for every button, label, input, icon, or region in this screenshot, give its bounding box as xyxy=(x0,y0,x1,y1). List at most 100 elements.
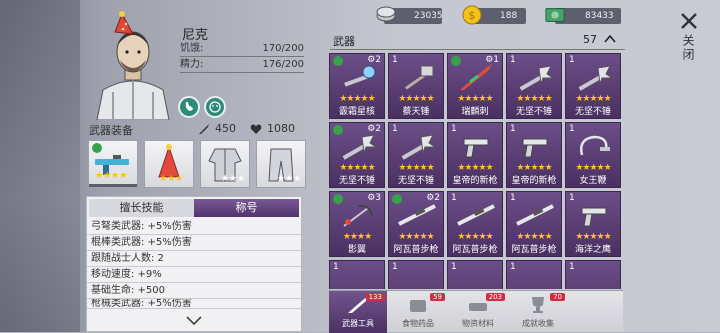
weapon-name: 皇帝的新枪 xyxy=(511,176,557,186)
weapon-stars: ★★★★★ xyxy=(575,232,611,242)
weapon-stars: ★★★★★ xyxy=(339,163,375,173)
weapon-name: 无坚不锤 xyxy=(574,107,611,117)
weapon-icon xyxy=(401,134,437,160)
defense-stat: 1080 xyxy=(250,122,295,135)
weapon-stars: ★★★★★ xyxy=(398,232,434,242)
durability-bar xyxy=(89,184,137,187)
weapon-icon xyxy=(578,65,614,91)
tab-titles[interactable]: 称号 xyxy=(194,199,299,217)
weapon-stars: ★★★★★ xyxy=(339,94,375,104)
skill-line: 弓弩类武器: +5%伤害 xyxy=(87,219,301,235)
tab-achievements[interactable]: 70 成就收集 xyxy=(509,291,567,333)
tab-food-medicine[interactable]: 59 食物药品 xyxy=(389,291,447,333)
weapon-card[interactable]: ⚙2 ★★★★★ 霰霜星核 xyxy=(329,53,385,119)
weapon-name: 阿瓦普步枪 xyxy=(511,245,557,255)
weapon-name: 影翼 xyxy=(347,245,366,255)
weapon-card[interactable]: 1 xyxy=(506,260,562,289)
chevron-down-icon[interactable] xyxy=(186,316,202,326)
weapon-card[interactable]: 1 ★★★★★ 女王鞭 xyxy=(565,122,621,188)
weapon-name: 霰霜星核 xyxy=(338,107,375,117)
weapon-icon xyxy=(404,65,434,90)
weapon-quantity: 1 xyxy=(451,262,457,272)
weapon-icon xyxy=(516,204,554,226)
tab-count: 203 xyxy=(485,293,505,301)
tab-materials[interactable]: 203 物资材料 xyxy=(449,291,507,333)
weapon-stars: ★★★★★ xyxy=(516,94,552,104)
weapon-icon xyxy=(581,207,607,227)
close-icon[interactable] xyxy=(680,12,698,30)
attack-stat: 450 xyxy=(198,122,236,135)
weapon-card[interactable]: ⚙2 ★★★★★ 无坚不锤 xyxy=(329,122,385,188)
tab-count: 59 xyxy=(430,293,445,301)
weapon-card[interactable]: 1 xyxy=(565,260,621,289)
pants-slot[interactable]: ★★★ xyxy=(256,140,306,188)
weapon-slot[interactable]: ★★★★ xyxy=(88,140,138,188)
slot-stars: ★★★★ xyxy=(95,171,128,181)
weapon-stars: ★★★★★ xyxy=(398,94,434,104)
weapon-card[interactable]: 1 ★★★★★ 无坚不锤 xyxy=(388,122,444,188)
tab-count: 133 xyxy=(365,293,385,301)
weapon-card[interactable]: ⚙1 ★★★★★ 瑞麟刺 xyxy=(447,53,503,119)
weapon-icon xyxy=(398,204,436,226)
weapon-name: 阿瓦普步枪 xyxy=(393,245,439,255)
chevron-up-icon xyxy=(603,34,616,43)
weapon-icon xyxy=(343,204,373,227)
skills-panel: 擅长技能 称号 弓弩类武器: +5%伤害 棍棒类武器: +5%伤害 跟随战士人数… xyxy=(86,196,302,332)
sword-icon xyxy=(199,123,209,134)
weapon-icon xyxy=(463,138,489,158)
tab-label: 食物药品 xyxy=(402,319,434,328)
weapon-name: 瑞麟刺 xyxy=(461,107,489,117)
weapon-name: 海洋之鹰 xyxy=(574,245,611,255)
weapon-card[interactable]: 1 ★★★★★ 阿瓦普步枪 xyxy=(447,191,503,257)
weapon-stars: ★★★★★ xyxy=(516,163,552,173)
slot-stars: ★★★ xyxy=(159,174,184,184)
hat-slot[interactable]: ★★★ xyxy=(144,140,194,188)
weapon-card[interactable]: 1 ★★★★★ 阿瓦普步枪 xyxy=(506,191,562,257)
equipment-title: 武器装备 xyxy=(89,124,133,137)
weapon-quantity: 1 xyxy=(569,262,575,272)
skill-line: 枪械类武器: +5%伤害 xyxy=(87,299,301,309)
defense-value: 1080 xyxy=(267,122,295,135)
close-label[interactable]: 关闭 xyxy=(681,34,697,62)
weapon-card[interactable]: 1 ★★★★★ 皇帝的新枪 xyxy=(447,122,503,188)
character-avatar xyxy=(96,11,170,120)
weapon-card[interactable]: ⚙3 ★★★★ 影翼 xyxy=(329,191,385,257)
hunger-value: 170/200 xyxy=(262,43,304,54)
weapon-icon xyxy=(342,134,378,160)
weapon-card[interactable]: 1 xyxy=(447,260,503,289)
weapon-quantity: 1 xyxy=(392,262,398,272)
weapon-icon xyxy=(460,64,492,90)
tab-skills[interactable]: 擅长技能 xyxy=(89,199,194,217)
weapon-card[interactable]: 1 xyxy=(388,260,444,289)
stomach-status-icon[interactable] xyxy=(178,96,200,118)
weapon-stars: ★★★★★ xyxy=(575,163,611,173)
weapon-stars: ★★★★★ xyxy=(457,94,493,104)
mood-status-icon[interactable] xyxy=(204,96,226,118)
weapon-card[interactable]: 1 ★★★★★ 蔡天锤 xyxy=(388,53,444,119)
tab-count: 70 xyxy=(550,293,565,301)
weapon-quantity: 1 xyxy=(333,262,339,272)
tab-label: 武器工具 xyxy=(342,319,374,328)
weapon-card[interactable]: 1 ★★★★★ 皇帝的新枪 xyxy=(506,122,562,188)
energy-value: 176/200 xyxy=(262,59,304,70)
cash-value: 83433 xyxy=(585,11,614,21)
weapon-icon xyxy=(344,65,376,87)
weapon-name: 无坚不锤 xyxy=(338,176,375,186)
weapon-card[interactable]: 1 ★★★★★ 无坚不锤 xyxy=(506,53,562,119)
tab-label: 成就收集 xyxy=(522,319,554,328)
weapon-card[interactable]: 1 ★★★★★ 海洋之鹰 xyxy=(565,191,621,257)
weapon-card[interactable]: 1 xyxy=(329,260,385,289)
weapon-name: 无坚不锤 xyxy=(397,176,434,186)
weapon-icon xyxy=(457,204,495,226)
weapon-card[interactable]: ⚙2 ★★★★★ 阿瓦普步枪 xyxy=(388,191,444,257)
skill-line: 棍棒类武器: +5%伤害 xyxy=(87,235,301,251)
gold-coin-icon: $ xyxy=(462,5,482,25)
category-tabs: 133 武器工具 59 食物药品 203 物资材料 70 成就收集 xyxy=(329,290,623,333)
weapon-stars: ★★★★★ xyxy=(575,94,611,104)
heart-icon xyxy=(250,124,262,134)
tab-weapons-tools[interactable]: 133 武器工具 xyxy=(329,291,387,333)
weapon-card[interactable]: 1 ★★★★★ 无坚不锤 xyxy=(565,53,621,119)
armor-slot[interactable]: ★★★ xyxy=(200,140,250,188)
weapons-count[interactable]: 57 xyxy=(583,33,616,46)
trophy-icon xyxy=(532,297,544,313)
